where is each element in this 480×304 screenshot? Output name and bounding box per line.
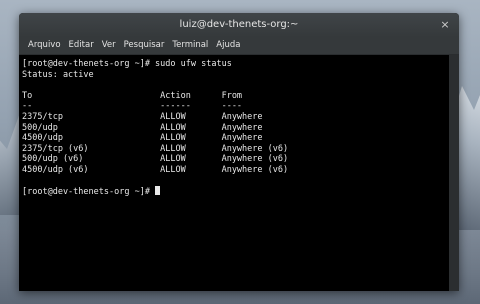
terminal-prompt: [root@dev-thenets-org ~]# [22,187,156,198]
terminal-line-separator: -- ------ ---- [22,101,243,112]
menu-arquivo[interactable]: Arquivo [24,37,65,54]
terminal-line-rule: 2375/tcp ALLOW Anywhere [22,111,263,122]
menu-ajuda[interactable]: Ajuda [212,37,244,54]
terminal-line-rule: 4500/udp (v6) ALLOW Anywhere (v6) [22,164,289,175]
terminal-cursor [155,186,161,196]
terminal-line-header: To Action From [22,90,243,101]
terminal-line-rule: 500/udp (v6) ALLOW Anywhere (v6) [22,154,289,165]
terminal-line-status: Status: active [22,69,94,80]
close-icon[interactable]: × [439,19,451,31]
terminal-line-rule: 500/udp ALLOW Anywhere [22,122,263,133]
menu-ver[interactable]: Ver [98,37,120,54]
window-title: luiz@dev-thenets-org:~ [179,19,299,30]
terminal-window: luiz@dev-thenets-org:~ × Arquivo Editar … [19,13,459,291]
menu-editar[interactable]: Editar [65,37,98,54]
terminal-line-rule: 2375/tcp (v6) ALLOW Anywhere (v6) [22,143,289,154]
window-titlebar[interactable]: luiz@dev-thenets-org:~ × [19,13,459,37]
terminal-prompt-line: [root@dev-thenets-org ~]# [22,186,449,197]
menu-bar: Arquivo Editar Ver Pesquisar Terminal Aj… [19,37,459,55]
terminal-line-rule: 4500/udp ALLOW Anywhere [22,133,263,144]
terminal-scrollbar[interactable] [449,55,459,291]
menu-pesquisar[interactable]: Pesquisar [120,37,169,54]
terminal-output[interactable]: [root@dev-thenets-org ~]# sudo ufw statu… [19,55,449,291]
menu-terminal[interactable]: Terminal [168,37,212,54]
terminal-line-command: [root@dev-thenets-org ~]# sudo ufw statu… [22,59,232,69]
